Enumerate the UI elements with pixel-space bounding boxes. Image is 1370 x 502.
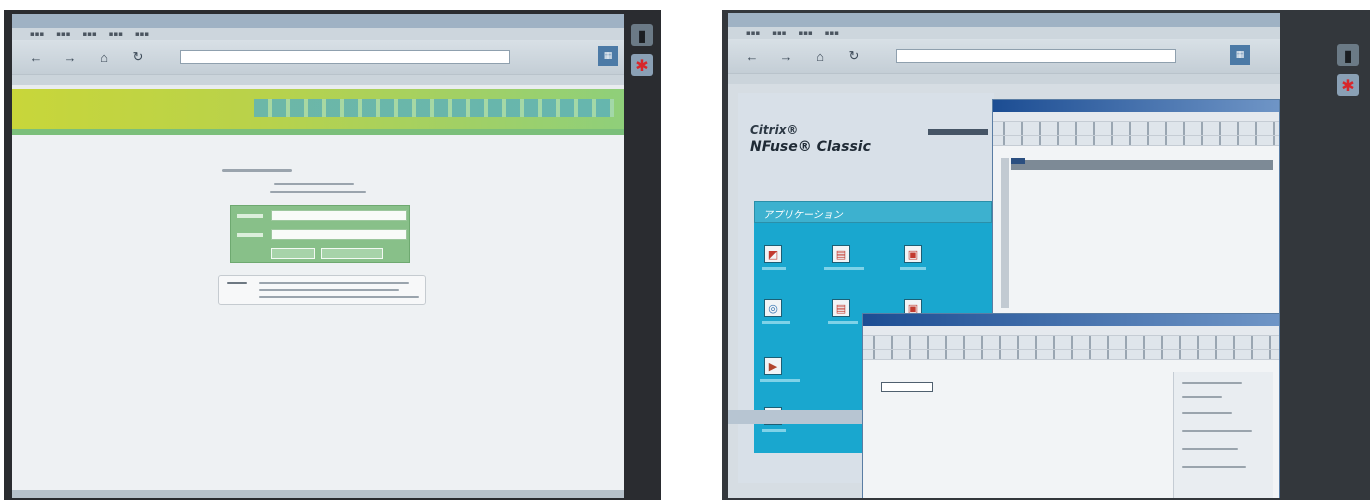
app-label [762,321,790,324]
app-icon[interactable]: ▤ [832,245,850,263]
notice-label [227,282,247,284]
window-format-bar [993,136,1279,146]
login-page [12,135,624,498]
browser-toolbar: ← → ⌂ ↻ ▦ [728,39,1280,73]
app-label [762,429,786,432]
document-window[interactable] [862,313,1280,498]
nfuse-logo: NFuse® Classic [750,139,871,155]
username-field[interactable] [271,210,407,221]
refresh-icon[interactable]: ↻ [844,46,864,66]
site-banner [12,89,624,129]
task-pane-item[interactable] [1182,412,1232,414]
scrollbar[interactable] [1001,158,1009,308]
forward-icon[interactable]: → [60,47,80,67]
browser-title-bar [728,13,1280,27]
address-bar[interactable] [180,50,510,64]
browser-title-bar [12,14,624,28]
username-label [237,214,263,218]
browser-menu-bar: ▪▪▪ ▪▪▪ ▪▪▪ ▪▪▪ ▪▪▪ [12,28,624,40]
star-icon[interactable]: ✱ [1337,74,1359,96]
cell-cursor [1011,158,1025,164]
desktop-side-icons: ▮ ✱ [628,24,656,76]
window-format-bar [863,350,1279,360]
home-icon[interactable]: ⌂ [94,47,114,67]
window-title-bar [863,314,1279,326]
applications-header: アプリケーション [754,201,992,223]
window-toolbar [993,122,1279,136]
spreadsheet-window[interactable] [992,99,1280,319]
back-icon[interactable]: ← [742,46,762,66]
password-field[interactable] [271,229,407,240]
menu-item[interactable]: ▪▪▪ [56,30,70,38]
banner-text [254,99,614,117]
browser-status-bar [12,490,624,498]
home-icon[interactable]: ⌂ [810,46,830,66]
header-strip [928,129,988,135]
task-pane-item[interactable] [1182,466,1246,468]
app-label [828,321,858,324]
photo-left-monitor: ▪▪▪ ▪▪▪ ▪▪▪ ▪▪▪ ▪▪▪ ← → ⌂ ↻ ▦ ▮ ✱ [4,10,661,500]
status-bar [728,410,862,424]
page-heading [222,169,292,172]
menu-item[interactable]: ▪▪▪ [30,30,44,38]
forward-icon[interactable]: → [776,46,796,66]
menu-item[interactable]: ▪▪▪ [109,30,123,38]
desktop-side-icons: ▮ ✱ [1334,44,1362,96]
applications-title: アプリケーション [763,210,843,221]
app-icon[interactable]: ▶ [764,357,782,375]
app-label [900,267,926,270]
page-subtext [274,183,354,185]
terminal-icon[interactable]: ▮ [631,24,653,46]
menu-item[interactable]: ▪▪▪ [746,29,760,37]
window-toolbar [863,336,1279,350]
selected-row [1011,160,1273,170]
address-bar[interactable] [896,49,1176,63]
app-icon[interactable]: ◎ [764,299,782,317]
menu-item[interactable]: ▪▪▪ [135,30,149,38]
star-icon[interactable]: ✱ [631,54,653,76]
citrix-logo: Citrix® [750,123,799,137]
notice-text [259,289,399,291]
clear-button[interactable] [321,248,383,259]
menu-item[interactable]: ▪▪▪ [772,29,786,37]
task-pane-item[interactable] [1182,448,1238,450]
app-label [824,267,864,270]
app-icon[interactable]: ▣ [904,245,922,263]
browser-menu-bar: ▪▪▪ ▪▪▪ ▪▪▪ ▪▪▪ [728,27,1280,39]
photo-right-monitor: ▪▪▪ ▪▪▪ ▪▪▪ ▪▪▪ ← → ⌂ ↻ ▦ Citrix® NFuse®… [722,10,1370,500]
refresh-icon[interactable]: ↻ [128,47,148,67]
name-box[interactable] [881,382,933,392]
menu-item[interactable]: ▪▪▪ [798,29,812,37]
notice-text [259,282,409,284]
password-label [237,233,263,237]
task-pane-item[interactable] [1182,396,1222,398]
login-form [230,205,410,263]
browser-toolbar: ← → ⌂ ↻ ▦ [12,40,624,74]
window-menu-bar [863,326,1279,336]
notice-box [218,275,426,305]
app-icon[interactable]: ▤ [832,299,850,317]
menu-item[interactable]: ▪▪▪ [82,30,96,38]
app-label [760,379,800,382]
links-bar [728,73,1280,84]
login-button[interactable] [271,248,315,259]
task-pane-item[interactable] [1182,382,1242,384]
nfuse-browser-window: ▪▪▪ ▪▪▪ ▪▪▪ ▪▪▪ ← → ⌂ ↻ ▦ Citrix® NFuse®… [728,13,1280,498]
app-icon[interactable]: ◩ [764,245,782,263]
notice-text [259,296,419,298]
task-pane [1173,372,1273,498]
terminal-icon[interactable]: ▮ [1337,44,1359,66]
window-menu-bar [993,112,1279,122]
browser-logo-icon: ▦ [598,46,618,66]
window-title-bar [993,100,1279,112]
app-label [762,267,786,270]
browser-logo-icon: ▦ [1230,45,1250,65]
browser-window: ▪▪▪ ▪▪▪ ▪▪▪ ▪▪▪ ▪▪▪ ← → ⌂ ↻ ▦ [12,14,624,498]
menu-item[interactable]: ▪▪▪ [825,29,839,37]
page-subtext [270,191,366,193]
task-pane-item[interactable] [1182,430,1252,432]
links-bar [12,74,624,85]
back-icon[interactable]: ← [26,47,46,67]
